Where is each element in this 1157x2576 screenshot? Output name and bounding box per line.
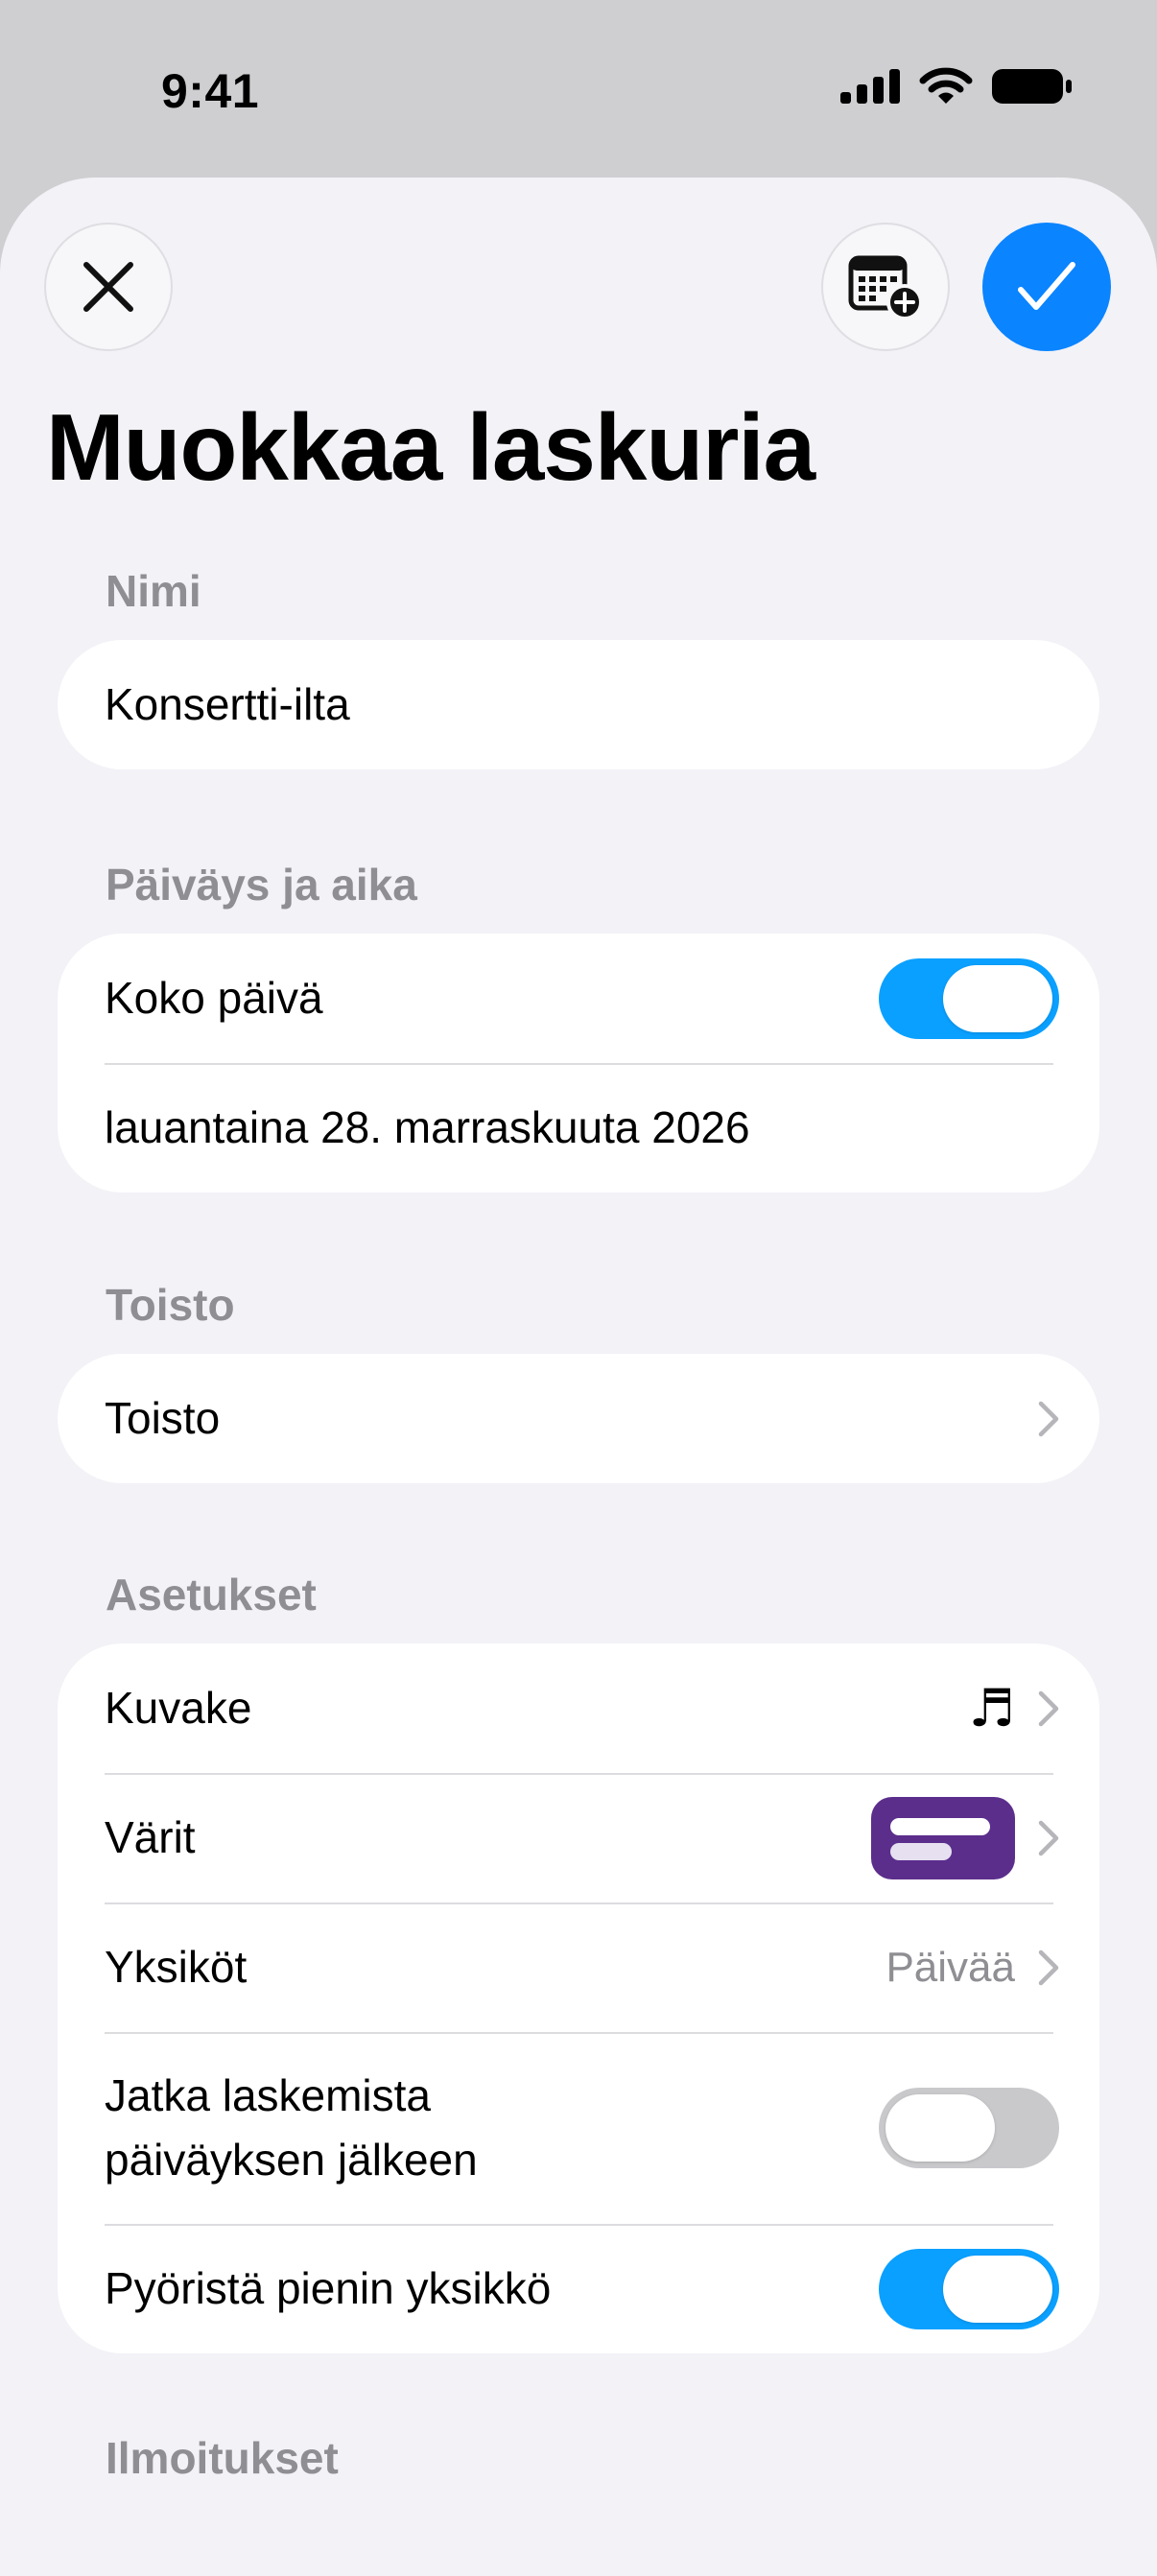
all-day-toggle[interactable] (879, 957, 1059, 1039)
units-row-label: Yksiköt (105, 1942, 248, 1993)
close-icon (83, 262, 133, 312)
name-section-label: Nimi (106, 566, 201, 616)
music-note-icon: ♬ (968, 1677, 1015, 1738)
toggle-knob (943, 964, 1052, 1032)
repeat-row[interactable]: Toisto (58, 1354, 1099, 1483)
datetime-card: Koko päivä lauantaina 28. marraskuuta 20… (58, 934, 1099, 1193)
repeat-card: Toisto (58, 1354, 1099, 1483)
cellular-signal-icon (840, 69, 900, 104)
chevron-right-icon (1038, 1820, 1059, 1855)
notifications-section-label: Ilmoitukset (106, 2433, 339, 2483)
continue-counting-row: Jatka laskemista päiväyksen jälkeen (58, 2032, 1099, 2224)
all-day-label: Koko päivä (105, 973, 323, 1024)
date-text: lauantaina 28. marraskuuta 2026 (105, 1102, 750, 1153)
page-title: Muokkaa laskuria (46, 394, 815, 500)
name-value: Konsertti-ilta (105, 679, 350, 730)
name-input[interactable]: Konsertti-ilta (58, 640, 1099, 769)
status-bar: 9:41 (0, 0, 1157, 182)
round-smallest-unit-row: Pyöristä pienin yksikkö (58, 2224, 1099, 2353)
colors-row-label: Värit (105, 1812, 196, 1863)
status-icons (840, 67, 1073, 106)
toggle-knob (885, 2094, 995, 2162)
checkmark-icon (1018, 262, 1075, 310)
color-swatch (871, 1796, 1015, 1879)
status-time: 9:41 (161, 64, 260, 118)
close-button[interactable] (44, 223, 173, 351)
continue-counting-toggle[interactable] (879, 2088, 1059, 2168)
save-button[interactable] (982, 223, 1111, 351)
repeat-row-label: Toisto (105, 1393, 221, 1444)
round-smallest-unit-label: Pyöristä pienin yksikkö (105, 2263, 552, 2314)
settings-section-label: Asetukset (106, 1570, 317, 1619)
add-to-calendar-button[interactable] (821, 223, 950, 351)
icon-row[interactable]: Kuvake ♬ (58, 1643, 1099, 1773)
continue-counting-label-line2: päiväyksen jälkeen (105, 2135, 478, 2185)
name-card: Konsertti-ilta (58, 640, 1099, 769)
all-day-row: Koko päivä (58, 934, 1099, 1063)
continue-counting-label-line1: Jatka laskemista (105, 2070, 432, 2121)
units-row[interactable]: Yksiköt Päivää (58, 1902, 1099, 2032)
repeat-section-label: Toisto (106, 1280, 235, 1330)
edit-counter-sheet: Muokkaa laskuria Nimi Konsertti-ilta Päi… (0, 177, 1157, 2576)
chevron-right-icon (1038, 1950, 1059, 1985)
icon-row-label: Kuvake (105, 1683, 252, 1734)
chevron-right-icon (1038, 1690, 1059, 1726)
date-picker-row[interactable]: lauantaina 28. marraskuuta 2026 (58, 1063, 1099, 1193)
round-smallest-unit-toggle[interactable] (879, 2248, 1059, 2329)
colors-row[interactable]: Värit (58, 1773, 1099, 1902)
calendar-add-icon (848, 255, 923, 320)
continue-counting-label: Jatka laskemista päiväyksen jälkeen (105, 2064, 879, 2191)
battery-icon (992, 69, 1072, 104)
toggle-knob (943, 2255, 1052, 2323)
units-value: Päivää (885, 1943, 1015, 1991)
datetime-section-label: Päiväys ja aika (106, 860, 417, 910)
wifi-icon (919, 67, 973, 104)
settings-card: Kuvake ♬ Värit Yksiköt Päivää Jatka lask… (58, 1643, 1099, 2353)
chevron-right-icon (1038, 1401, 1059, 1436)
